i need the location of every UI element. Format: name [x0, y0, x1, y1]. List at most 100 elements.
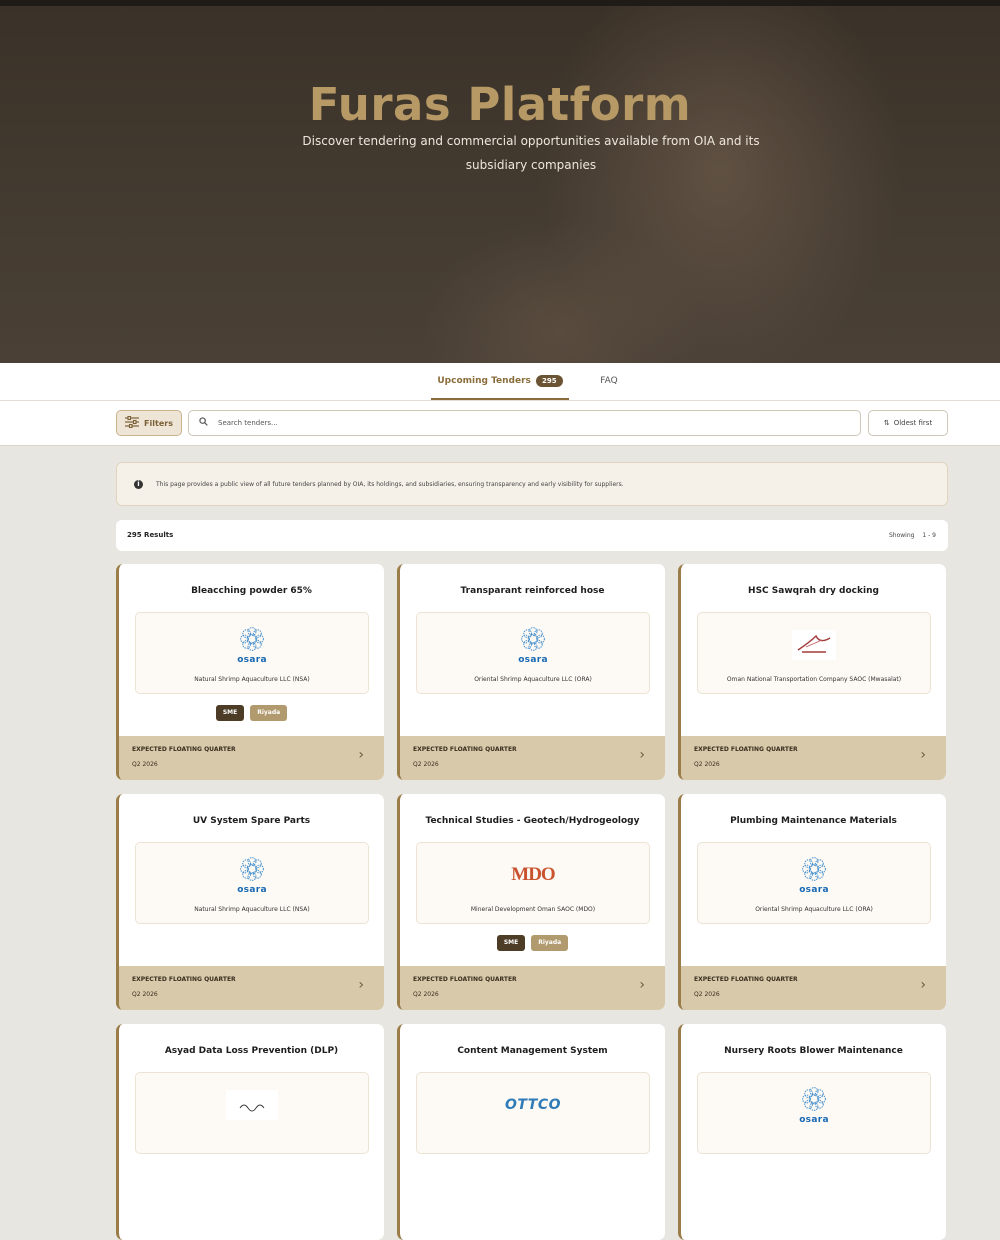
organization-box: Oman National Transportation Company SAO…	[697, 612, 931, 694]
logo-wordmark: OTTCO	[505, 1097, 561, 1113]
organization-box: osara Natural Shrimp Aquaculture LLC (NSA…	[135, 612, 369, 694]
riyada-badge: Riyada	[531, 935, 569, 951]
organization-box: osara	[697, 1072, 931, 1154]
sme-badge: SME	[496, 935, 526, 951]
tab-upcoming-label: Upcoming Tenders	[437, 376, 531, 386]
floating-quarter-label: EXPECTED FLOATING QUARTER	[694, 976, 798, 983]
floating-quarter-value: Q2 2026	[413, 991, 439, 998]
filters-button[interactable]: Filters	[116, 410, 182, 436]
tabs-bar: Upcoming Tenders 295 FAQ	[0, 363, 1000, 401]
osara-logo: osara	[136, 855, 368, 895]
chevron-right-icon[interactable]: ›	[920, 747, 926, 763]
mdo-logo: MDO	[417, 855, 649, 895]
results-count: 295 Results	[127, 531, 174, 539]
tender-badges: SME Riyada	[119, 705, 384, 721]
search-icon	[199, 417, 208, 429]
info-icon: i	[134, 479, 143, 489]
showing-label: Showing	[888, 532, 915, 539]
sliders-icon	[125, 415, 140, 430]
logo-wordmark: osara	[237, 655, 267, 665]
showing-range: 1 - 9	[922, 532, 936, 539]
floating-quarter-value: Q2 2026	[694, 761, 720, 768]
organization-box: OTTCO	[416, 1072, 650, 1154]
tender-card[interactable]: Plumbing Maintenance Materials osara Orien…	[678, 794, 946, 1010]
floating-quarter-label: EXPECTED FLOATING QUARTER	[132, 746, 236, 753]
asyad-logo	[136, 1085, 368, 1125]
tender-title: UV System Spare Parts	[192, 816, 311, 826]
tender-card[interactable]: UV System Spare Parts osara Natural Shrimp…	[116, 794, 384, 1010]
floating-quarter-value: Q2 2026	[132, 761, 158, 768]
mwasalat-logo	[698, 625, 930, 665]
tender-title: Technical Studies - Geotech/Hydrogeology	[425, 816, 640, 826]
page-title: Furas Platform	[308, 78, 692, 131]
card-footer: EXPECTED FLOATING QUARTER Q2 2026 ›	[119, 736, 384, 780]
chevron-right-icon[interactable]: ›	[358, 747, 364, 763]
organization-box: osara Natural Shrimp Aquaculture LLC (NSA…	[135, 842, 369, 924]
osara-logo: osara	[698, 855, 930, 895]
tender-title: Content Management System	[457, 1046, 608, 1056]
osara-logo: osara	[417, 625, 649, 665]
chevron-right-icon[interactable]: ›	[639, 747, 645, 763]
chevron-right-icon[interactable]: ›	[920, 977, 926, 993]
organization-box: osara Oriental Shrimp Aquaculture LLC (OR…	[416, 612, 650, 694]
floating-quarter-label: EXPECTED FLOATING QUARTER	[413, 976, 517, 983]
floating-quarter-value: Q2 2026	[413, 761, 439, 768]
tab-upcoming-tenders[interactable]: Upcoming Tenders 295	[431, 363, 569, 400]
tender-title: Transparant reinforced hose	[460, 586, 605, 596]
organization-name: Oriental Shrimp Aquaculture LLC (ORA)	[755, 906, 873, 913]
floating-quarter-label: EXPECTED FLOATING QUARTER	[132, 976, 236, 983]
tender-title: Nursery Roots Blower Maintenance	[724, 1046, 903, 1056]
tender-badges: SME Riyada	[400, 935, 665, 951]
sort-icon: ⇅	[883, 419, 890, 427]
page-subtitle: Discover tendering and commercial opport…	[302, 134, 760, 172]
results-showing: Showing 1 - 9	[883, 520, 936, 551]
tender-card[interactable]: HSC Sawqrah dry docking Oman National Tra…	[678, 564, 946, 780]
tender-card[interactable]: Technical Studies - Geotech/Hydrogeology…	[397, 794, 665, 1010]
sort-button[interactable]: ⇅ Oldest first	[868, 410, 948, 436]
organization-box	[135, 1072, 369, 1154]
organization-box: osara Oriental Shrimp Aquaculture LLC (OR…	[697, 842, 931, 924]
floating-quarter-value: Q2 2026	[694, 991, 720, 998]
tab-faq[interactable]: FAQ	[596, 363, 622, 400]
chevron-right-icon[interactable]: ›	[358, 977, 364, 993]
card-footer: EXPECTED FLOATING QUARTER Q2 2026 ›	[400, 736, 665, 780]
logo-wordmark: osara	[799, 885, 829, 895]
tender-title: Bleacching powder 65%	[191, 586, 312, 596]
tender-card[interactable]: Transparant reinforced hose osara Oriental…	[397, 564, 665, 780]
organization-name: Oman National Transportation Company SAO…	[726, 676, 902, 683]
logo-wordmark: osara	[799, 1115, 829, 1125]
ottco-logo: OTTCO	[417, 1085, 649, 1125]
card-footer: EXPECTED FLOATING QUARTER Q2 2026 ›	[400, 966, 665, 1010]
filters-label: Filters	[144, 418, 173, 428]
results-bar: 295 Results Showing 1 - 9	[116, 520, 948, 551]
info-text: This page provides a public view of all …	[156, 480, 624, 488]
chevron-right-icon[interactable]: ›	[639, 977, 645, 993]
tender-card[interactable]: Content Management System OTTCO	[397, 1024, 665, 1240]
sort-label: Oldest first	[893, 419, 933, 427]
info-banner: i This page provides a public view of al…	[116, 462, 948, 506]
organization-name: Natural Shrimp Aquaculture LLC (NSA)	[194, 906, 310, 913]
card-footer: EXPECTED FLOATING QUARTER Q2 2026 ›	[681, 966, 946, 1010]
osara-logo: osara	[136, 625, 368, 665]
tab-count-badge: 295	[536, 374, 563, 387]
card-footer: EXPECTED FLOATING QUARTER Q2 2026 ›	[681, 736, 946, 780]
toolbar: Filters ⇅ Oldest first	[0, 401, 1000, 446]
hero-banner: Furas Platform Discover tendering and co…	[0, 0, 1000, 363]
organization-name: Mineral Development Oman SAOC (MDO)	[470, 906, 596, 913]
tender-title: Asyad Data Loss Prevention (DLP)	[164, 1046, 339, 1056]
tender-card[interactable]: Bleacching powder 65% osara Natural Shrimp…	[116, 564, 384, 780]
organization-name: Natural Shrimp Aquaculture LLC (NSA)	[194, 676, 310, 683]
logo-wordmark: MDO	[511, 864, 555, 885]
floating-quarter-label: EXPECTED FLOATING QUARTER	[694, 746, 798, 753]
search-box[interactable]	[188, 410, 861, 436]
tender-card[interactable]: Nursery Roots Blower Maintenance osara	[678, 1024, 946, 1240]
top-bar	[0, 0, 1000, 6]
logo-wordmark: osara	[237, 885, 267, 895]
floating-quarter-label: EXPECTED FLOATING QUARTER	[413, 746, 517, 753]
search-input[interactable]	[216, 418, 820, 428]
tender-card[interactable]: Asyad Data Loss Prevention (DLP)	[116, 1024, 384, 1240]
card-footer: EXPECTED FLOATING QUARTER Q2 2026 ›	[119, 966, 384, 1010]
organization-box: MDO Mineral Development Oman SAOC (MDO)	[416, 842, 650, 924]
logo-wordmark: osara	[518, 655, 548, 665]
riyada-badge: Riyada	[250, 705, 288, 721]
